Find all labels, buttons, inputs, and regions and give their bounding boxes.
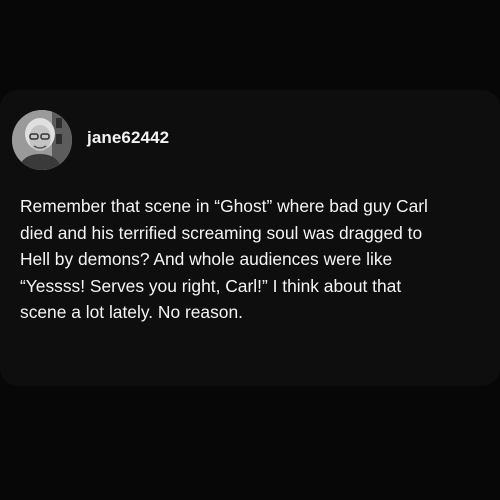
avatar[interactable] bbox=[12, 110, 72, 170]
screenshot-page: jane62442 Remember that scene in “Ghost”… bbox=[0, 0, 500, 500]
user-avatar-photo-icon bbox=[12, 110, 72, 170]
post-text: Remember that scene in “Ghost” where bad… bbox=[20, 196, 428, 322]
username[interactable]: jane62442 bbox=[87, 128, 169, 148]
